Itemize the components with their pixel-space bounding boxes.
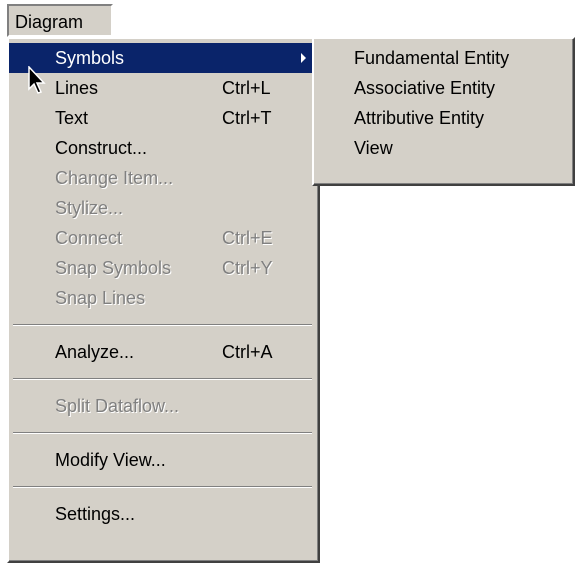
submenu-item-associative-entity[interactable]: Associative Entity: [314, 73, 573, 103]
mouse-pointer-icon: [28, 66, 46, 94]
menu-item-settings-label: Settings...: [55, 504, 136, 524]
submenu-item-view[interactable]: View: [314, 133, 573, 163]
submenu-item-attributive-entity[interactable]: Attributive Entity: [314, 103, 573, 133]
menu-item-text[interactable]: Text Ctrl+T: [9, 103, 318, 133]
menu-item-stylize-label: Stylize...: [55, 198, 124, 218]
menu-diagram-label: Diagram: [15, 12, 84, 32]
menu-diagram[interactable]: Diagram: [7, 4, 113, 37]
menu-item-connect: Connect Ctrl+E: [9, 223, 318, 253]
menu-item-analyze-label: Analyze...: [55, 342, 135, 362]
menu-item-settings[interactable]: Settings...: [9, 499, 318, 529]
menu-item-construct-label: Construct...: [55, 138, 148, 158]
submenu-item-fundamental-entity[interactable]: Fundamental Entity: [314, 43, 573, 73]
menu-item-snap-symbols-label: Snap Symbols: [55, 258, 172, 278]
menu-separator: [13, 486, 312, 488]
menu-item-stylize: Stylize...: [9, 193, 318, 223]
menu-separator: [13, 378, 312, 380]
submenu-item-fundamental-entity-label: Fundamental Entity: [354, 48, 510, 68]
menu-item-snap-lines: Snap Lines: [9, 283, 318, 313]
menu-item-lines-label: Lines: [55, 78, 99, 98]
menu-item-split-dataflow-label: Split Dataflow...: [55, 396, 180, 416]
symbols-submenu: Fundamental Entity Associative Entity At…: [312, 37, 575, 186]
menu-item-modify-view[interactable]: Modify View...: [9, 445, 318, 475]
diagram-menu: Symbols Lines Ctrl+L Text Ctrl+T Constru…: [7, 37, 320, 563]
menu-item-analyze-shortcut: Ctrl+A: [222, 342, 273, 362]
menu-separator: [13, 324, 312, 326]
menu-item-text-shortcut: Ctrl+T: [222, 108, 272, 128]
submenu-item-associative-entity-label: Associative Entity: [354, 78, 496, 98]
menu-item-text-label: Text: [55, 108, 89, 128]
menu-item-lines[interactable]: Lines Ctrl+L: [9, 73, 318, 103]
submenu-item-view-label: View: [354, 138, 393, 158]
menu-item-symbols-label: Symbols: [55, 48, 125, 68]
menu-item-connect-label: Connect: [55, 228, 123, 248]
menu-item-change-item-label: Change Item...: [55, 168, 174, 188]
submenu-item-attributive-entity-label: Attributive Entity: [354, 108, 485, 128]
menu-item-snap-lines-label: Snap Lines: [55, 288, 146, 308]
menu-item-connect-shortcut: Ctrl+E: [222, 228, 273, 248]
menu-item-change-item: Change Item...: [9, 163, 318, 193]
submenu-arrow-icon: [301, 53, 306, 63]
menu-item-lines-shortcut: Ctrl+L: [222, 78, 271, 98]
menu-item-split-dataflow: Split Dataflow...: [9, 391, 318, 421]
menu-item-analyze[interactable]: Analyze... Ctrl+A: [9, 337, 318, 367]
menu-item-symbols[interactable]: Symbols: [9, 43, 318, 73]
menu-item-modify-view-label: Modify View...: [55, 450, 166, 470]
menu-item-construct[interactable]: Construct...: [9, 133, 318, 163]
menu-separator: [13, 432, 312, 434]
menu-item-snap-symbols-shortcut: Ctrl+Y: [222, 258, 273, 278]
menu-item-snap-symbols: Snap Symbols Ctrl+Y: [9, 253, 318, 283]
